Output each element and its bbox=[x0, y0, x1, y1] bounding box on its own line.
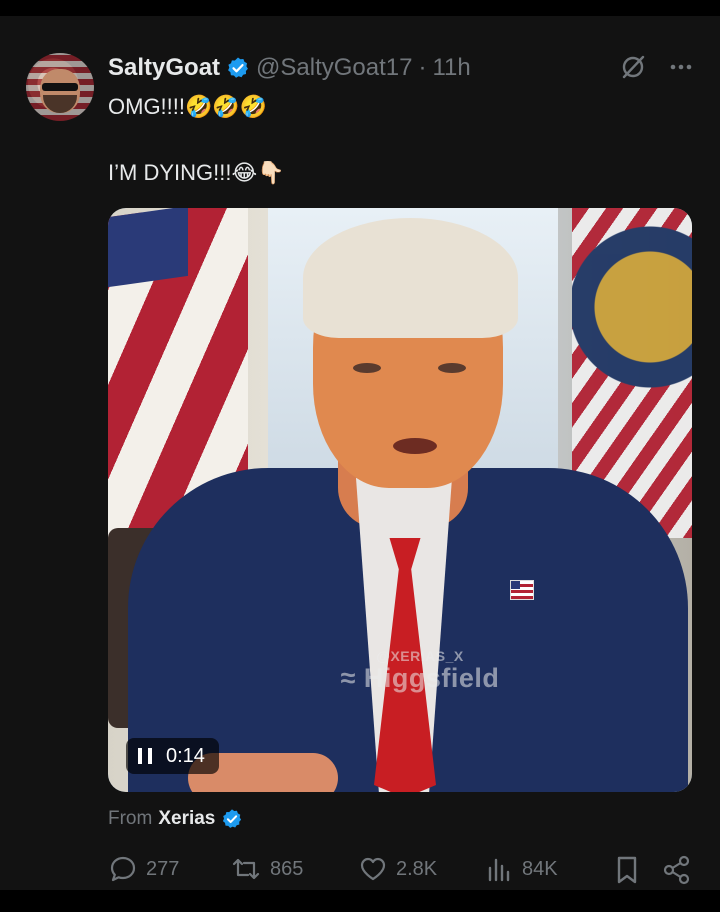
post-text-omg: OMG!!!! bbox=[108, 94, 185, 119]
more-options-icon[interactable] bbox=[668, 54, 694, 80]
post-text-dying: I’M DYING!!! bbox=[108, 160, 232, 185]
bookmark-button[interactable] bbox=[614, 854, 640, 886]
video-person-eye bbox=[438, 363, 466, 373]
video-flag-pin bbox=[510, 580, 534, 600]
video-person-hair bbox=[303, 218, 518, 338]
views-button[interactable]: 84K bbox=[486, 854, 558, 884]
source-name-link[interactable]: Xerias bbox=[158, 808, 215, 830]
avatar-sunglasses bbox=[42, 83, 78, 91]
verified-badge-icon bbox=[228, 57, 248, 78]
views-chart-icon bbox=[488, 858, 510, 882]
repost-icon bbox=[232, 858, 260, 880]
reply-icon bbox=[110, 856, 136, 882]
reply-count: 277 bbox=[146, 857, 180, 880]
author-handle[interactable]: @SaltyGoat17 bbox=[256, 54, 412, 82]
repost-button[interactable]: 865 bbox=[230, 854, 303, 884]
bookmark-icon bbox=[617, 856, 637, 884]
video-person-eye bbox=[353, 363, 381, 373]
pause-icon[interactable] bbox=[138, 748, 152, 764]
heart-icon bbox=[360, 857, 386, 881]
repost-count: 865 bbox=[270, 857, 304, 880]
video-person-mouth bbox=[393, 438, 437, 454]
author-name[interactable]: SaltyGoat bbox=[108, 54, 220, 82]
share-button[interactable] bbox=[662, 854, 692, 886]
like-button[interactable]: 2.8K bbox=[358, 854, 437, 884]
playback-time: 0:14 bbox=[166, 744, 205, 767]
like-count: 2.8K bbox=[396, 857, 438, 880]
video-source-attribution: From Xerias bbox=[108, 808, 243, 830]
crying-pointing-emoji-icon: 😂👇🏻 bbox=[231, 161, 285, 186]
watermark-handle: @XERIAS_X bbox=[376, 648, 464, 664]
header-actions bbox=[620, 54, 694, 80]
header-separator: · bbox=[418, 54, 427, 81]
action-bar: 277 865 2.8K 84K bbox=[108, 854, 692, 890]
views-count: 84K bbox=[522, 857, 558, 880]
post-card[interactable]: SaltyGoat @SaltyGoat17 · 11h OMG!!!!🤣🤣🤣 … bbox=[0, 16, 720, 890]
post-text-line-2: I’M DYING!!!😂👇🏻 bbox=[108, 160, 285, 186]
laughing-emoji-icon: 🤣🤣🤣 bbox=[185, 95, 268, 120]
post-header: SaltyGoat @SaltyGoat17 · 11h bbox=[108, 54, 471, 82]
share-icon bbox=[663, 855, 690, 885]
video-controls: 0:14 bbox=[126, 738, 219, 774]
watermark-brand: ≈ Higgsfield bbox=[108, 663, 692, 694]
reply-button[interactable]: 277 bbox=[108, 854, 179, 884]
source-prefix: From bbox=[108, 808, 153, 829]
grok-icon[interactable] bbox=[620, 54, 646, 80]
watermark-brand-text: Higgsfield bbox=[363, 663, 500, 693]
post-text-line-1: OMG!!!!🤣🤣🤣 bbox=[108, 94, 267, 120]
avatar[interactable] bbox=[26, 53, 94, 121]
video-player[interactable]: @XERIAS_X ≈ Higgsfield 0:14 bbox=[108, 208, 692, 792]
post-time[interactable]: 11h bbox=[432, 54, 470, 82]
source-verified-badge-icon bbox=[223, 809, 242, 828]
higgsfield-logo-icon: ≈ bbox=[340, 663, 356, 693]
